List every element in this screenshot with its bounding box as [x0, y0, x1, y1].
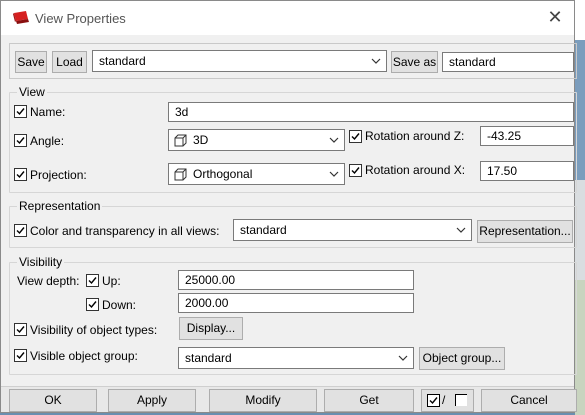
unchecked-box-icon [455, 394, 467, 406]
checked-box-icon [427, 394, 440, 407]
depth-down-checkbox[interactable] [86, 298, 99, 311]
projection-label: Projection: [30, 168, 87, 182]
depth-down-input[interactable]: 2000.00 [178, 293, 414, 313]
cube-icon [174, 134, 187, 147]
color-transparency-select-value: standard [240, 223, 287, 237]
name-label: Name: [30, 105, 66, 119]
angle-label: Angle: [30, 134, 65, 148]
ok-button[interactable]: OK [9, 389, 97, 412]
cancel-button[interactable]: Cancel [481, 389, 577, 412]
chevron-down-icon [398, 355, 408, 361]
representation-group-label: Representation [17, 199, 103, 213]
toggle-separator: / [442, 393, 446, 407]
preset-select[interactable]: standard [92, 50, 387, 72]
rotation-x-label: Rotation around X: [365, 163, 466, 177]
object-types-label: Visibility of object types: [30, 323, 158, 337]
chevron-down-icon [329, 137, 339, 143]
visibility-group-label: Visibility [17, 255, 65, 269]
angle-select[interactable]: 3D [168, 129, 345, 151]
color-transparency-select[interactable]: standard [233, 219, 472, 241]
rotation-x-input[interactable]: 17.50 [480, 161, 574, 181]
object-types-checkbox[interactable] [14, 323, 27, 336]
get-button[interactable]: Get [324, 389, 414, 412]
object-group-checkbox[interactable] [14, 349, 27, 362]
save-as-name-input[interactable]: standard [442, 52, 574, 72]
projection-checkbox[interactable] [14, 168, 27, 181]
object-group-button[interactable]: Object group... [419, 347, 505, 370]
cube-icon [174, 168, 187, 181]
object-group-label: Visible object group: [30, 349, 138, 363]
save-button[interactable]: Save [15, 51, 47, 73]
representation-button[interactable]: Representation... [477, 220, 573, 243]
close-icon[interactable]: ✕ [544, 6, 566, 28]
view-properties-dialog: View Properties ✕ Save Load standard Sav… [0, 0, 577, 413]
object-group-select[interactable]: standard [178, 347, 414, 369]
object-group-select-value: standard [185, 351, 232, 365]
window-title: View Properties [35, 11, 126, 26]
name-checkbox[interactable] [14, 105, 27, 118]
preset-select-value: standard [99, 54, 146, 68]
select-all-toggle-button[interactable]: / [421, 389, 474, 412]
chevron-down-icon [456, 227, 466, 233]
view-depth-label: View depth: [17, 274, 80, 288]
depth-up-checkbox[interactable] [86, 274, 99, 287]
app-icon [13, 11, 29, 24]
apply-button[interactable]: Apply [108, 389, 196, 412]
display-button[interactable]: Display... [179, 317, 243, 340]
chevron-down-icon [329, 171, 339, 177]
color-transparency-checkbox[interactable] [14, 224, 27, 237]
background-window [575, 0, 585, 40]
name-input[interactable]: 3d [168, 102, 574, 122]
depth-down-label: Down: [102, 298, 137, 312]
load-button[interactable]: Load [52, 51, 87, 73]
title-bar[interactable]: View Properties ✕ [1, 1, 574, 35]
chevron-down-icon [371, 58, 381, 64]
depth-up-input[interactable]: 25000.00 [178, 270, 414, 290]
angle-select-value: 3D [193, 133, 209, 147]
color-transparency-label: Color and transparency in all views: [30, 224, 220, 238]
projection-select-value: Orthogonal [193, 167, 253, 181]
rotation-x-checkbox[interactable] [349, 164, 362, 177]
view-group-label: View [17, 85, 47, 99]
save-as-button[interactable]: Save as [391, 51, 438, 73]
rotation-z-checkbox[interactable] [349, 130, 362, 143]
rotation-z-input[interactable]: -43.25 [480, 126, 574, 146]
depth-up-label: Up: [102, 274, 121, 288]
modify-button[interactable]: Modify [209, 389, 317, 412]
angle-checkbox[interactable] [14, 134, 27, 147]
rotation-z-label: Rotation around Z: [365, 129, 465, 143]
projection-select[interactable]: Orthogonal [168, 163, 345, 185]
